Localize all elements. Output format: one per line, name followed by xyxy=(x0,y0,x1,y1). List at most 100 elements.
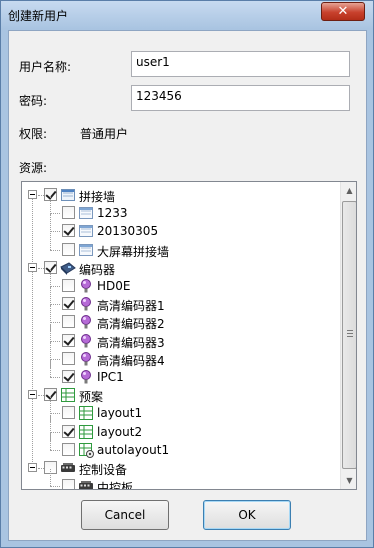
tree-child-node[interactable]: 高清编码器4 xyxy=(22,342,340,368)
tree-item-label: 1233 xyxy=(97,206,128,220)
title-bar[interactable]: 创建新用户 ✕ xyxy=(1,1,373,29)
collapse-toggle[interactable] xyxy=(28,190,37,199)
tree-item-label: 20130305 xyxy=(97,224,159,238)
tree-item-label: autolayout1 xyxy=(97,443,170,457)
tree-child-node[interactable]: layout1 xyxy=(22,396,340,422)
tree-node[interactable]: 编码器 xyxy=(22,259,340,392)
tree-checkbox[interactable] xyxy=(62,315,75,328)
dialog-window: 创建新用户 ✕ 用户名称: user1 密码: 123456 权限: 普通用户 … xyxy=(0,0,374,548)
collapse-toggle[interactable] xyxy=(28,390,37,399)
permission-label: 权限: xyxy=(19,127,48,141)
username-field[interactable]: user1 xyxy=(131,51,350,77)
tree-item-label: HD0E xyxy=(97,279,131,293)
tree-connector xyxy=(50,413,60,414)
bulb-icon xyxy=(78,314,94,330)
tree-connector xyxy=(50,233,51,250)
bulb-icon xyxy=(78,351,94,367)
resource-tree[interactable]: 拼接墙 1233 20130305 大屏幕拼接墙 编码器 HD0E 高清编码器1 高清编码器2… xyxy=(21,181,357,490)
tree-checkbox[interactable] xyxy=(62,406,75,419)
tree-checkbox[interactable] xyxy=(62,224,75,237)
collapse-toggle[interactable] xyxy=(28,263,37,272)
dialog-client-area: 用户名称: user1 密码: 123456 权限: 普通用户 资源: 拼接墙 1… xyxy=(8,30,367,541)
window-title: 创建新用户 xyxy=(8,9,69,23)
grid-layout-icon xyxy=(78,424,94,440)
tree-checkbox[interactable] xyxy=(62,370,75,383)
tree-node[interactable]: 控制设备 xyxy=(22,459,340,477)
tree-item-label: layout1 xyxy=(97,406,143,420)
password-label: 密码: xyxy=(19,94,48,108)
tree-connector xyxy=(50,469,51,486)
wall-layout-icon xyxy=(78,223,94,239)
bulb-icon xyxy=(78,369,94,385)
ok-button[interactable]: OK xyxy=(203,500,291,530)
tree-checkbox[interactable] xyxy=(62,297,75,310)
tree-connector xyxy=(50,341,60,342)
control-device-icon xyxy=(60,460,76,476)
wall-layout-icon xyxy=(78,242,94,258)
scroll-down-button[interactable]: ▼ xyxy=(341,472,356,489)
thumb-grip-line xyxy=(347,330,353,331)
encoder-icon xyxy=(60,260,76,276)
tree-scrollbar[interactable]: ▲ ▼ xyxy=(340,182,356,489)
display-wall-icon xyxy=(60,187,76,203)
collapse-toggle[interactable] xyxy=(28,463,37,472)
tree-checkbox[interactable] xyxy=(62,425,75,438)
tree-node[interactable]: 预案 xyxy=(22,386,340,464)
tree-connector xyxy=(50,377,60,378)
tree-item-label: 拼接墙 xyxy=(79,190,116,204)
tree-item-label: layout2 xyxy=(97,425,143,439)
username-label: 用户名称: xyxy=(19,60,72,74)
auto-layout-icon xyxy=(78,442,94,458)
grid-layout-icon xyxy=(60,387,76,403)
scroll-thumb[interactable] xyxy=(342,201,356,469)
tree-checkbox[interactable] xyxy=(62,352,75,365)
password-field[interactable]: 123456 xyxy=(131,85,350,111)
tree-child-node[interactable]: 高清编码器1 xyxy=(22,287,340,313)
tree-connector xyxy=(50,433,51,450)
tree-item-label: 高清编码器4 xyxy=(97,354,165,368)
tree-child-node[interactable]: 高清编码器3 xyxy=(22,324,340,350)
tree-checkbox[interactable] xyxy=(62,443,75,456)
tree-item-label: 控制设备 xyxy=(79,463,128,477)
bulb-icon xyxy=(78,278,94,294)
scroll-up-button[interactable]: ▲ xyxy=(341,182,356,199)
tree-child-node[interactable]: 大屏幕拼接墙 xyxy=(22,233,340,259)
tree-connector xyxy=(50,250,60,251)
tree-item-label: 高清编码器2 xyxy=(97,317,165,331)
scroll-down-icon: ▼ xyxy=(346,476,353,485)
tree-child-node[interactable]: 1233 xyxy=(22,196,340,222)
tree-connector xyxy=(50,486,60,487)
tree-child-node[interactable]: 高清编码器2 xyxy=(22,305,340,331)
close-button[interactable]: ✕ xyxy=(321,2,365,21)
bulb-icon xyxy=(78,333,94,349)
tree-item-label: 预案 xyxy=(79,390,104,404)
tree-connector xyxy=(50,359,60,360)
tree-child-node[interactable]: autolayout1 xyxy=(22,433,340,459)
tree-checkbox[interactable] xyxy=(62,279,75,292)
cancel-button[interactable]: Cancel xyxy=(81,500,169,530)
tree-checkbox[interactable] xyxy=(62,243,75,256)
thumb-grip-line xyxy=(347,336,353,337)
tree-child-node[interactable]: layout2 xyxy=(22,415,340,441)
tree-connector xyxy=(50,304,60,305)
grid-layout-icon xyxy=(78,405,94,421)
tree-checkbox[interactable] xyxy=(62,479,75,489)
tree-item-label: 高清编码器3 xyxy=(97,336,165,350)
thumb-grip-line xyxy=(347,333,353,334)
tree-connector xyxy=(50,450,60,451)
tree-item-label: 大屏幕拼接墙 xyxy=(97,245,170,259)
tree-connector xyxy=(50,231,60,232)
tree-checkbox[interactable] xyxy=(62,206,75,219)
bulb-icon xyxy=(78,296,94,312)
tree-connector xyxy=(50,286,60,287)
tree-child-node[interactable]: IPC1 xyxy=(22,360,340,386)
tree-child-node[interactable]: 20130305 xyxy=(22,214,340,240)
tree-child-node[interactable]: 中控板 xyxy=(22,469,340,489)
tree-child-node[interactable]: HD0E xyxy=(22,269,340,295)
resources-label: 资源: xyxy=(19,161,48,175)
close-icon: ✕ xyxy=(337,4,349,19)
tree-checkbox[interactable] xyxy=(62,334,75,347)
wall-layout-icon xyxy=(78,205,94,221)
scroll-up-icon: ▲ xyxy=(346,186,353,195)
tree-node[interactable]: 拼接墙 xyxy=(22,186,340,264)
